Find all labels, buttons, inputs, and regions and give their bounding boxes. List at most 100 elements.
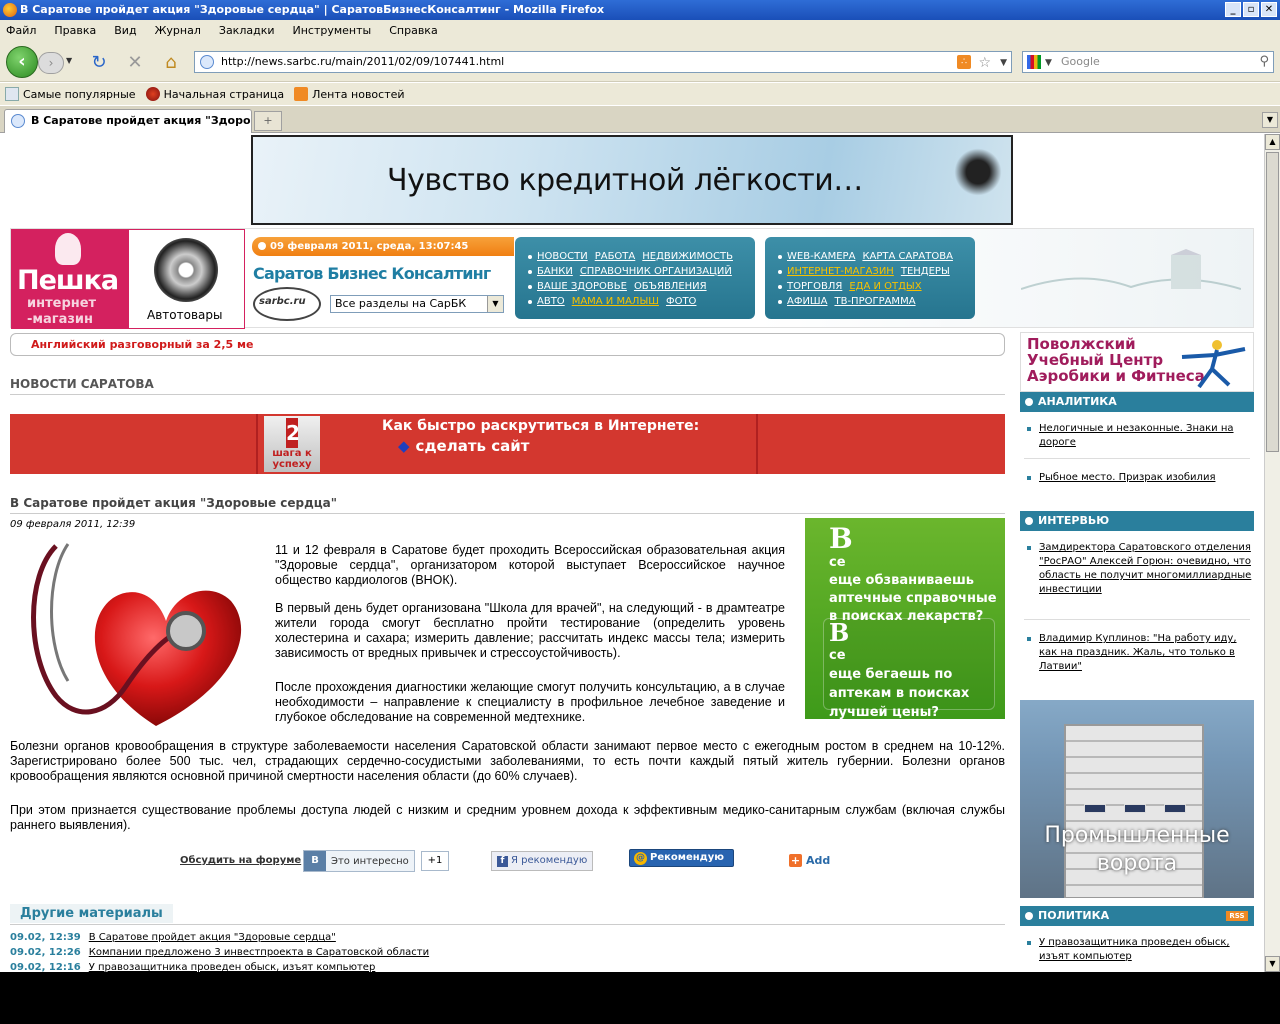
analytics-header[interactable]: АНАЛИТИКА [1020, 392, 1254, 412]
interview-header[interactable]: ИНТЕРВЬЮ [1020, 511, 1254, 531]
nav-link[interactable]: ИНТЕРНЕТ-МАГАЗИН [787, 266, 894, 277]
page-scrollbar[interactable]: ▲ ▼ [1264, 134, 1280, 972]
nav-row: НОВОСТИ РАБОТА НЕДВИЖИМОСТЬ [528, 249, 755, 264]
menu-view[interactable]: Вид [114, 24, 136, 37]
rss-icon[interactable]: RSS [1226, 911, 1248, 921]
nav-link[interactable]: БАНКИ [537, 266, 573, 277]
home-icon[interactable]: ⌂ [160, 52, 182, 74]
peshka-name: Пешка [17, 265, 119, 296]
item-date: 09.02, 12:39 [10, 932, 81, 943]
interview-link[interactable]: Замдиректора Саратовского отделения "Рос… [1039, 542, 1251, 595]
promo-link[interactable]: Английский разговорный за 2,5 ме [10, 333, 1005, 356]
step-number: 2 [286, 418, 300, 448]
nav-link[interactable]: WEB-КАМЕРА [787, 251, 855, 262]
section-select[interactable]: Все разделы на СарБК ▼ [330, 295, 504, 313]
forward-button[interactable]: › [38, 52, 64, 74]
google-icon[interactable] [1027, 55, 1041, 69]
navigation-toolbar: ‹ › ▼ ↻ ✕ ⌂ http://news.sarbc.ru/main/20… [0, 40, 1280, 82]
politics-header[interactable]: ПОЛИТИКА RSS [1020, 906, 1254, 926]
analytics-item[interactable]: Нелогичные и незаконные. Знаки на дороге [1020, 422, 1254, 450]
bookmark-popular[interactable]: Самые популярные [5, 87, 136, 101]
nav-link[interactable]: ТЕНДЕРЫ [901, 266, 950, 277]
divider [1024, 458, 1250, 459]
nav-link[interactable]: КАРТА САРАТОВА [862, 251, 952, 262]
interview-item[interactable]: Владимир Куплинов: "На работу иду, как н… [1020, 632, 1254, 674]
list-item[interactable]: 09.02, 12:16 У правозащитника проведен об… [10, 962, 610, 972]
item-link[interactable]: В Саратове пройдет акция "Здоровые сердц… [89, 932, 336, 943]
scroll-down-icon[interactable]: ▼ [1265, 956, 1280, 972]
nav-link[interactable]: МАМА И МАЛЫШ [572, 296, 659, 307]
list-item[interactable]: 09.02, 12:39 В Саратове пройдет акция "Зд… [10, 932, 610, 947]
url-bar[interactable]: http://news.sarbc.ru/main/2011/02/09/107… [194, 51, 1012, 73]
nav-link[interactable]: ЕДА И ОТДЫХ [849, 281, 921, 292]
search-icon[interactable]: ⚲ [1259, 52, 1269, 72]
addthis-button[interactable]: Add [789, 854, 830, 867]
site-logo[interactable]: Саратов Бизнес Консалтинг [253, 264, 491, 283]
analytics-link[interactable]: Рыбное место. Призрак изобилия [1039, 472, 1215, 483]
rss-icon[interactable]: ∴ [957, 55, 971, 69]
politics-link[interactable]: У правозащитника проведен обыск, изъят к… [1039, 937, 1230, 962]
new-tab-button[interactable]: + [254, 111, 282, 131]
search-bar[interactable]: ▼ Google ⚲ [1022, 51, 1274, 73]
list-item[interactable]: 09.02, 12:26 Компании предложено 3 инвест… [10, 947, 610, 962]
nav-link[interactable]: ФОТО [666, 296, 696, 307]
vk-icon: B [304, 851, 326, 871]
auto-goods-ad[interactable]: Автотовары [128, 229, 245, 329]
interview-title: ИНТЕРВЬЮ [1038, 514, 1110, 527]
maximize-button[interactable]: ▫ [1243, 2, 1259, 17]
reload-icon[interactable]: ↻ [88, 52, 110, 74]
scroll-thumb[interactable] [1266, 152, 1279, 452]
interview-item[interactable]: Замдиректора Саратовского отделения "Рос… [1020, 541, 1254, 597]
industrial-gates-ad[interactable]: Промышленные ворота [1020, 700, 1254, 898]
tab-list-icon[interactable]: ▼ [1262, 112, 1278, 128]
nav-link[interactable]: ТВ-ПРОГРАММА [834, 296, 915, 307]
facebook-recommend-button[interactable]: Я рекомендую [491, 851, 593, 871]
bookmark-news-feed[interactable]: Лента новостей [294, 87, 405, 101]
peshka-ad[interactable]: Пешка интернет -магазин [11, 229, 128, 329]
search-engine-dropdown-icon[interactable]: ▼ [1045, 53, 1052, 73]
firefox-icon [3, 3, 17, 17]
nav-link[interactable]: НЕДВИЖИМОСТЬ [642, 251, 733, 262]
item-link[interactable]: Компании предложено 3 инвестпроекта в Са… [89, 947, 429, 958]
menu-tools[interactable]: Инструменты [293, 24, 372, 37]
politics-item[interactable]: У правозащитника проведен обыск, изъят к… [1020, 936, 1254, 964]
nav-link[interactable]: АФИША [787, 296, 827, 307]
interview-link[interactable]: Владимир Куплинов: "На работу иду, как н… [1039, 633, 1237, 672]
nav-link[interactable]: СПРАВОЧНИК ОРГАНИЗАЦИЙ [580, 266, 732, 277]
history-dropdown-icon[interactable]: ▼ [66, 56, 72, 65]
gate-window [1084, 804, 1106, 813]
menu-edit[interactable]: Правка [54, 24, 96, 37]
website-promo-ad[interactable]: 2 шага к успеху Как быстро раскрутиться … [10, 414, 1005, 474]
url-dropdown-icon[interactable]: ▼ [1000, 53, 1007, 73]
minimize-button[interactable]: _ [1225, 2, 1241, 17]
analytics-item[interactable]: Рыбное место. Призрак изобилия [1020, 471, 1254, 485]
nav-link[interactable]: НОВОСТИ [537, 251, 588, 262]
nav-link[interactable]: РАБОТА [595, 251, 636, 262]
pharmacy-ad[interactable]: В се еще обзваниваешь аптечные справочны… [805, 518, 1005, 720]
nav-link[interactable]: АВТО [537, 296, 565, 307]
vk-like-button[interactable]: B Это интересно [303, 850, 415, 872]
back-button[interactable]: ‹ [6, 46, 38, 78]
menu-history[interactable]: Журнал [155, 24, 201, 37]
bookmark-start-page[interactable]: Начальная страница [145, 87, 284, 101]
mailru-recommend-button[interactable]: Рекомендую [629, 849, 734, 867]
analytics-link[interactable]: Нелогичные и незаконные. Знаки на дороге [1039, 423, 1234, 448]
bookmark-star-icon[interactable]: ☆ [978, 53, 991, 73]
menu-file[interactable]: Файл [6, 24, 36, 37]
menu-bookmarks[interactable]: Закладки [219, 24, 275, 37]
tab-active[interactable]: В Саратове пройдет акция "Здоро… [4, 109, 252, 133]
menu-help[interactable]: Справка [389, 24, 437, 37]
nav-link[interactable]: ОБЪЯВЛЕНИЯ [634, 281, 707, 292]
item-link[interactable]: У правозащитника проведен обыск, изъят к… [89, 962, 376, 972]
fitness-center-ad[interactable]: Поволжский Учебный Центр Аэробики и Фитн… [1020, 332, 1254, 392]
pharmacy-ad-letter-2: В [829, 618, 850, 647]
chevron-down-icon[interactable]: ▼ [487, 296, 503, 312]
forum-discuss-link[interactable]: Обсудить на форуме [180, 855, 301, 866]
sarbc-logo-icon[interactable]: sarbc.ru [253, 287, 321, 321]
scroll-up-icon[interactable]: ▲ [1265, 134, 1280, 150]
nav-link[interactable]: ВАШЕ ЗДОРОВЬЕ [537, 281, 627, 292]
nav-link[interactable]: ТОРГОВЛЯ [787, 281, 842, 292]
stop-icon[interactable]: ✕ [124, 52, 146, 74]
credit-banner-ad[interactable]: Чувство кредитной лёгкости… [251, 135, 1013, 225]
close-button[interactable]: ✕ [1261, 2, 1277, 17]
